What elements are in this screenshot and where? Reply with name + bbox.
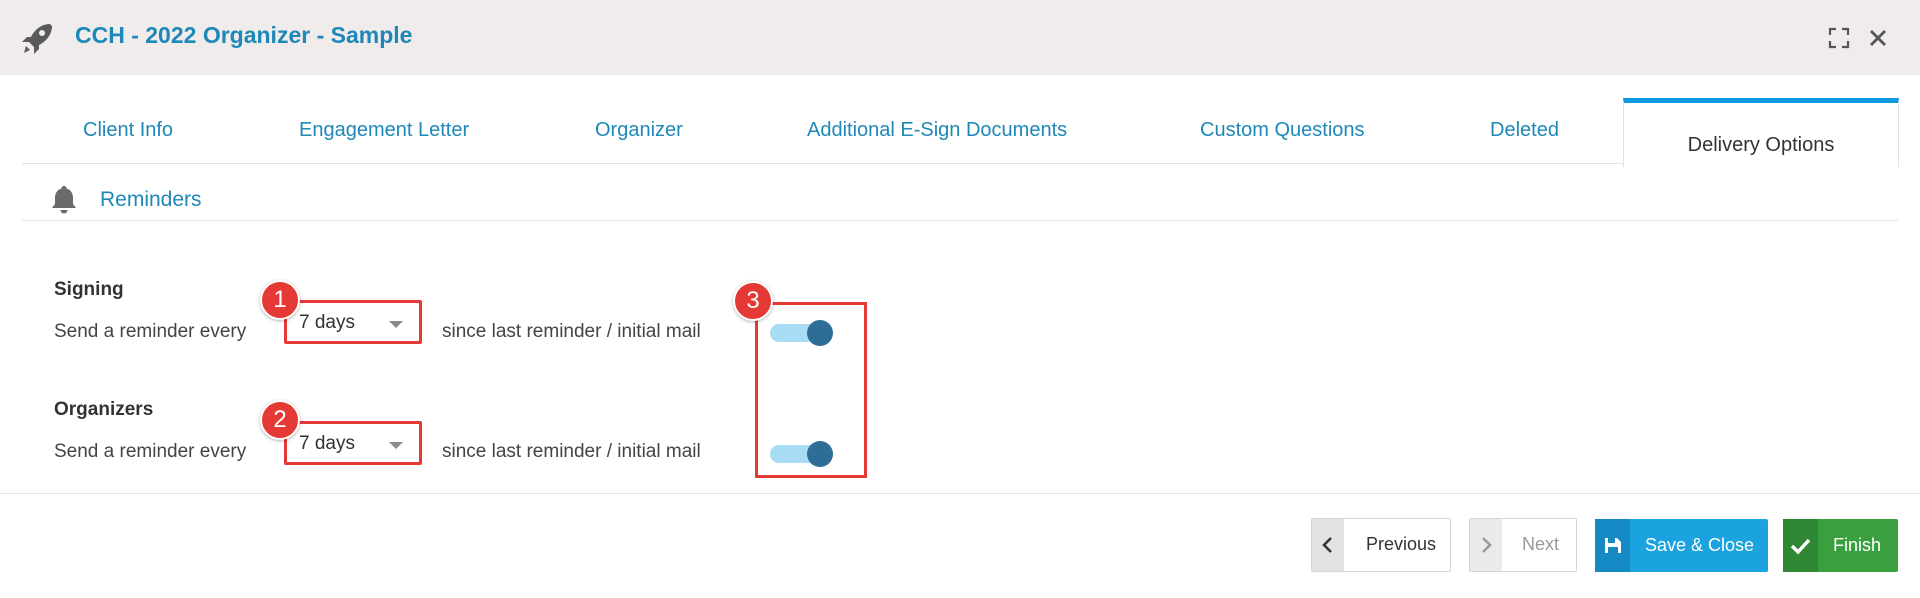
annotation-badge-2: 2 bbox=[260, 400, 300, 440]
expand-icon[interactable] bbox=[1827, 26, 1851, 50]
save-close-button[interactable]: Save & Close bbox=[1595, 519, 1768, 572]
save-close-button-label: Save & Close bbox=[1645, 535, 1755, 555]
tab-custom-questions[interactable]: Custom Questions bbox=[1200, 96, 1365, 164]
checkmark-icon bbox=[1783, 519, 1818, 572]
section-title: Reminders bbox=[100, 188, 202, 211]
chevron-down-icon bbox=[389, 321, 403, 328]
tab-engagement-letter[interactable]: Engagement Letter bbox=[299, 96, 469, 164]
signing-interval-select[interactable]: 7 days bbox=[284, 300, 422, 344]
organizers-interval-value: 7 days bbox=[299, 433, 355, 454]
tab-additional-e-sign-documents[interactable]: Additional E-Sign Documents bbox=[807, 96, 1067, 164]
next-button-label: Next bbox=[1522, 534, 1560, 554]
signing-interval-value: 7 days bbox=[299, 312, 355, 333]
previous-button[interactable]: Previous bbox=[1311, 518, 1451, 572]
signing-reminder-label: Send a reminder every bbox=[54, 321, 247, 342]
signing-group-title: Signing bbox=[54, 279, 124, 300]
window-title: CCH - 2022 Organizer - Sample bbox=[75, 22, 413, 48]
reminders-section-header: Reminders bbox=[22, 180, 1898, 221]
tab-deleted[interactable]: Deleted bbox=[1490, 96, 1559, 164]
finish-button[interactable]: Finish bbox=[1783, 519, 1898, 572]
tab-delivery-options[interactable]: Delivery Options bbox=[1623, 98, 1899, 167]
annotation-badge-3: 3 bbox=[733, 281, 773, 321]
tab-client-info[interactable]: Client Info bbox=[83, 96, 173, 164]
chevron-right-icon bbox=[1470, 519, 1502, 571]
signing-reminder-suffix: since last reminder / initial mail bbox=[442, 321, 701, 342]
previous-button-label: Previous bbox=[1366, 534, 1437, 554]
tab-organizer[interactable]: Organizer bbox=[595, 96, 683, 164]
tab-bar: Client Info Engagement Letter Organizer … bbox=[22, 96, 1899, 167]
floppy-disk-icon bbox=[1595, 519, 1630, 572]
finish-button-label: Finish bbox=[1833, 535, 1882, 555]
organizers-interval-select[interactable]: 7 days bbox=[284, 421, 422, 465]
next-button[interactable]: Next bbox=[1469, 518, 1577, 572]
rocket-icon bbox=[22, 24, 52, 54]
toggles-highlight-box bbox=[755, 302, 867, 478]
chevron-left-icon bbox=[1312, 519, 1344, 571]
title-bar: CCH - 2022 Organizer - Sample bbox=[0, 0, 1920, 75]
bell-icon bbox=[52, 186, 76, 214]
organizers-reminder-label: Send a reminder every bbox=[54, 441, 247, 462]
footer-divider bbox=[0, 493, 1920, 494]
annotation-badge-1: 1 bbox=[260, 280, 300, 320]
chevron-down-icon bbox=[389, 442, 403, 449]
organizers-reminder-suffix: since last reminder / initial mail bbox=[442, 441, 701, 462]
close-icon[interactable] bbox=[1866, 26, 1890, 50]
organizers-group-title: Organizers bbox=[54, 399, 154, 420]
